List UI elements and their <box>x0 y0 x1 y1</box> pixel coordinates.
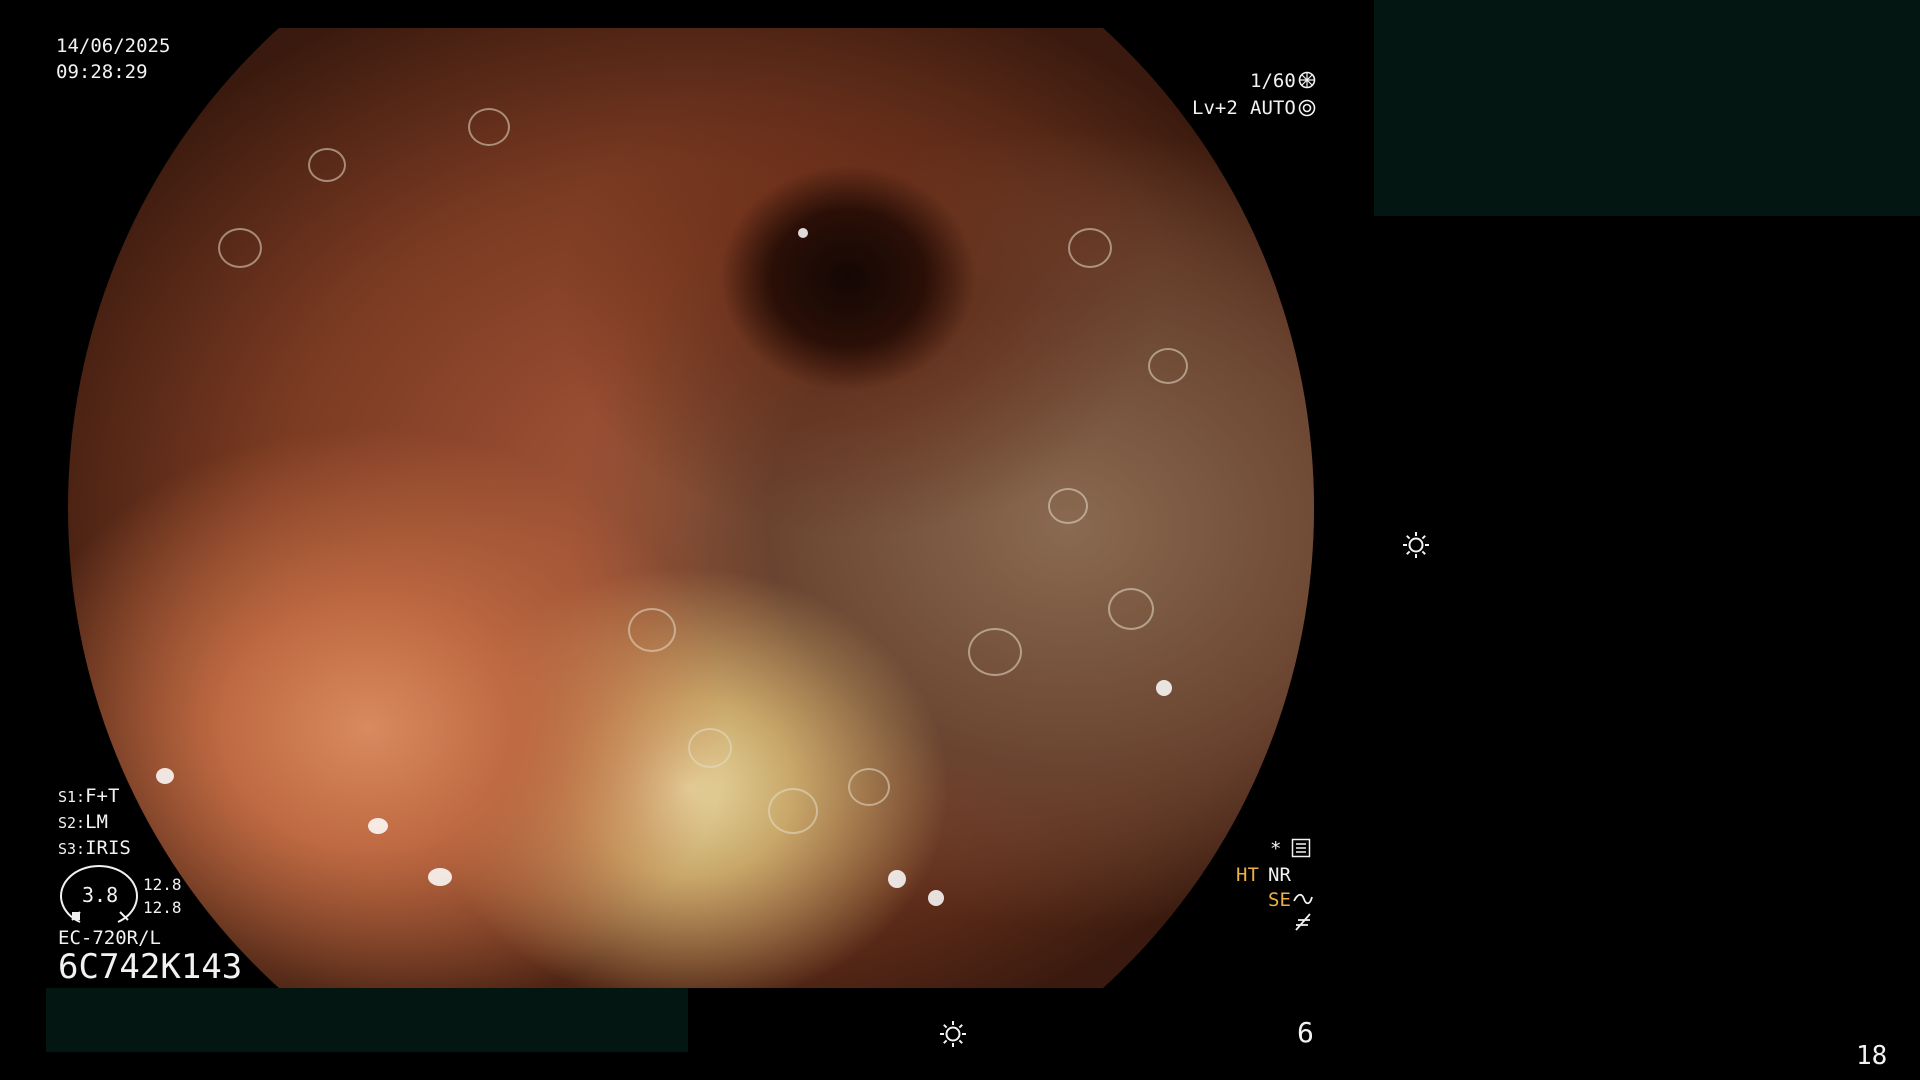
corner-number: 18 <box>1856 1041 1888 1071</box>
level-label: Lv+2 <box>1192 97 1238 119</box>
s2-key: S2: <box>58 814 86 832</box>
aperture-icon <box>1298 71 1316 89</box>
slash-icon <box>1295 913 1311 931</box>
nr-indicator: NR <box>1268 864 1291 886</box>
time-label: 09:28:29 <box>56 61 148 83</box>
brightness-icon <box>1403 532 1429 558</box>
redacted-patient-info-top <box>1374 0 1920 216</box>
gauge-value: 3.8 <box>82 883 119 907</box>
scope-model-label: EC-720R/L <box>58 927 161 949</box>
s3-value: IRIS <box>85 837 131 859</box>
brightness-icon <box>940 1021 966 1047</box>
settings-panel-icon <box>1291 838 1311 858</box>
s3-key: S3: <box>58 840 86 858</box>
s3-label: S3:IRIS <box>58 837 131 860</box>
date-label: 14/06/2025 <box>56 35 171 57</box>
shutter-label: 1/60 <box>1250 70 1296 92</box>
s2-value: LM <box>85 811 108 833</box>
gauge-top-value: 12.8 <box>143 875 182 894</box>
iris-icon <box>1298 99 1316 117</box>
s1-label: S1:F+T <box>58 785 119 808</box>
ht-indicator: HT <box>1236 864 1259 886</box>
mode-label: AUTO <box>1250 97 1296 119</box>
s2-label: S2:LM <box>58 811 108 834</box>
star-indicator: * <box>1270 838 1282 860</box>
endoscope-view <box>68 28 1314 988</box>
bottom-number: 6 <box>1297 1016 1314 1049</box>
s1-value: F+T <box>85 785 120 807</box>
se-indicator: SE <box>1268 889 1291 911</box>
gauge-bottom-value: 12.8 <box>143 898 182 917</box>
wave-icon <box>1293 893 1313 905</box>
serial-label: 6C742K143 <box>58 947 243 987</box>
s1-key: S1: <box>58 788 86 806</box>
redacted-patient-info-bottom <box>46 988 688 1052</box>
